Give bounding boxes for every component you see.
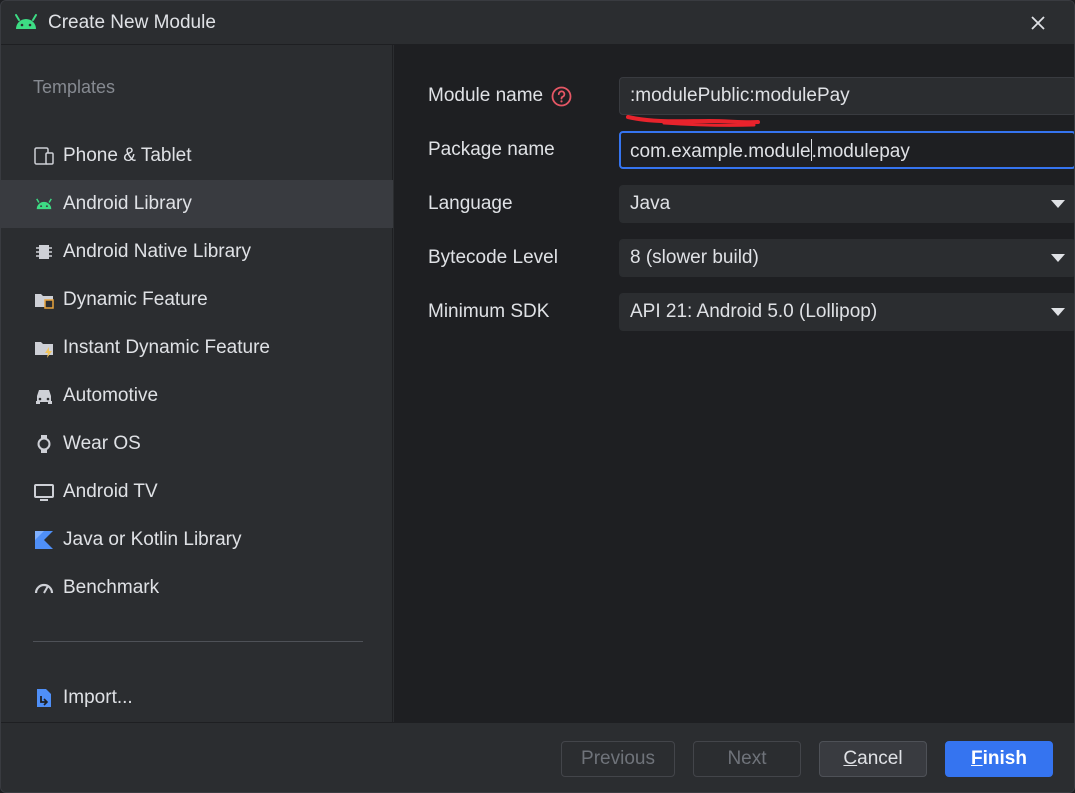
template-label: Wear OS	[63, 433, 141, 454]
help-icon[interactable]	[551, 86, 572, 107]
bytecode-level-select[interactable]: 8 (slower build)	[619, 239, 1074, 277]
language-select[interactable]: Java	[619, 185, 1074, 223]
title-bar: Create New Module	[1, 1, 1074, 45]
template-label: Android Library	[63, 193, 192, 214]
template-label: Android TV	[63, 481, 158, 502]
template-label: Phone & Tablet	[63, 145, 192, 166]
sidebar-header: Templates	[33, 77, 116, 97]
minimum-sdk-row: Minimum SDK API 21: Android 5.0 (Lollipo…	[428, 293, 1074, 331]
language-label: Language	[428, 193, 513, 214]
phone-tablet-icon	[33, 145, 55, 167]
package-name-text-before: com.example.module	[630, 141, 811, 162]
sidebar-separator	[33, 641, 363, 642]
template-item-dynamic-feature[interactable]: Dynamic Feature	[1, 276, 393, 324]
finish-mnemonic: F	[971, 748, 983, 769]
template-item-wear-os[interactable]: Wear OS	[1, 420, 393, 468]
cancel-mnemonic: C	[843, 748, 858, 769]
watch-icon	[33, 433, 55, 455]
import-label: Import...	[63, 687, 133, 708]
previous-button[interactable]: Previous	[561, 741, 675, 777]
package-name-label: Package name	[428, 139, 555, 160]
chip-icon	[33, 241, 55, 263]
module-name-label: Module name	[428, 85, 544, 106]
package-name-row: Package name com.example.module.modulepa…	[428, 131, 1074, 169]
language-value: Java	[630, 193, 671, 214]
close-button[interactable]	[1024, 9, 1052, 37]
template-item-automotive[interactable]: Automotive	[1, 372, 393, 420]
bytecode-level-value: 8 (slower build)	[630, 247, 759, 268]
package-name-text-after: .modulepay	[811, 141, 910, 162]
language-row: Language Java	[428, 185, 1074, 223]
template-label: Benchmark	[63, 577, 160, 598]
bytecode-level-row: Bytecode Level 8 (slower build)	[428, 239, 1074, 277]
template-label: Java or Kotlin Library	[63, 529, 242, 550]
template-list: Phone & Tablet Android Library Android N…	[1, 132, 393, 612]
finish-label-rest: inish	[982, 748, 1027, 769]
cancel-label-rest: ancel	[857, 748, 903, 769]
module-name-label-wrap: Module name	[428, 85, 572, 107]
template-item-java-kotlin-library[interactable]: Java or Kotlin Library	[1, 516, 393, 564]
android-logo-icon	[15, 14, 37, 29]
template-item-benchmark[interactable]: Benchmark	[1, 564, 393, 612]
chevron-down-icon	[1051, 254, 1065, 262]
template-label: Android Native Library	[63, 241, 251, 262]
android-icon	[33, 193, 55, 215]
template-label: Dynamic Feature	[63, 289, 208, 310]
folder-feature-icon	[33, 289, 55, 311]
template-item-android-tv[interactable]: Android TV	[1, 468, 393, 516]
template-label: Instant Dynamic Feature	[63, 337, 270, 358]
module-name-row: Module name :modulePublic:modulePay	[428, 77, 1074, 127]
module-form: Module name :modulePublic:modulePay Pack…	[394, 45, 1074, 722]
gauge-icon	[33, 577, 55, 599]
next-button[interactable]: Next	[693, 741, 801, 777]
tv-icon	[33, 481, 55, 503]
template-label: Automotive	[63, 385, 159, 406]
folder-instant-icon	[33, 337, 55, 359]
finish-button[interactable]: Finish	[945, 741, 1053, 777]
template-item-android-native-library[interactable]: Android Native Library	[1, 228, 393, 276]
bytecode-level-label: Bytecode Level	[428, 247, 558, 268]
template-item-android-library[interactable]: Android Library	[1, 180, 393, 228]
dialog-title: Create New Module	[48, 12, 216, 33]
red-annotation-underline	[626, 115, 760, 127]
template-item-instant-dynamic-feature[interactable]: Instant Dynamic Feature	[1, 324, 393, 372]
cancel-button[interactable]: Cancel	[819, 741, 927, 777]
chevron-down-icon	[1051, 308, 1065, 316]
templates-sidebar: Templates Phone & Tablet Android Library…	[1, 45, 393, 722]
dialog-footer: Previous Next Cancel Finish	[1, 722, 1074, 792]
module-name-input[interactable]: :modulePublic:modulePay	[619, 77, 1074, 115]
import-item[interactable]: Import...	[1, 674, 393, 722]
create-module-dialog: Create New Module Templates Phone & Tabl…	[0, 0, 1075, 793]
package-name-input[interactable]: com.example.module.modulepay	[619, 131, 1074, 169]
import-file-icon	[33, 687, 55, 709]
minimum-sdk-label: Minimum SDK	[428, 301, 550, 322]
kotlin-icon	[33, 529, 55, 551]
minimum-sdk-select[interactable]: API 21: Android 5.0 (Lollipop)	[619, 293, 1074, 331]
chevron-down-icon	[1051, 200, 1065, 208]
template-item-phone-tablet[interactable]: Phone & Tablet	[1, 132, 393, 180]
car-icon	[33, 385, 55, 407]
minimum-sdk-value: API 21: Android 5.0 (Lollipop)	[630, 301, 878, 322]
close-icon	[1031, 16, 1045, 30]
